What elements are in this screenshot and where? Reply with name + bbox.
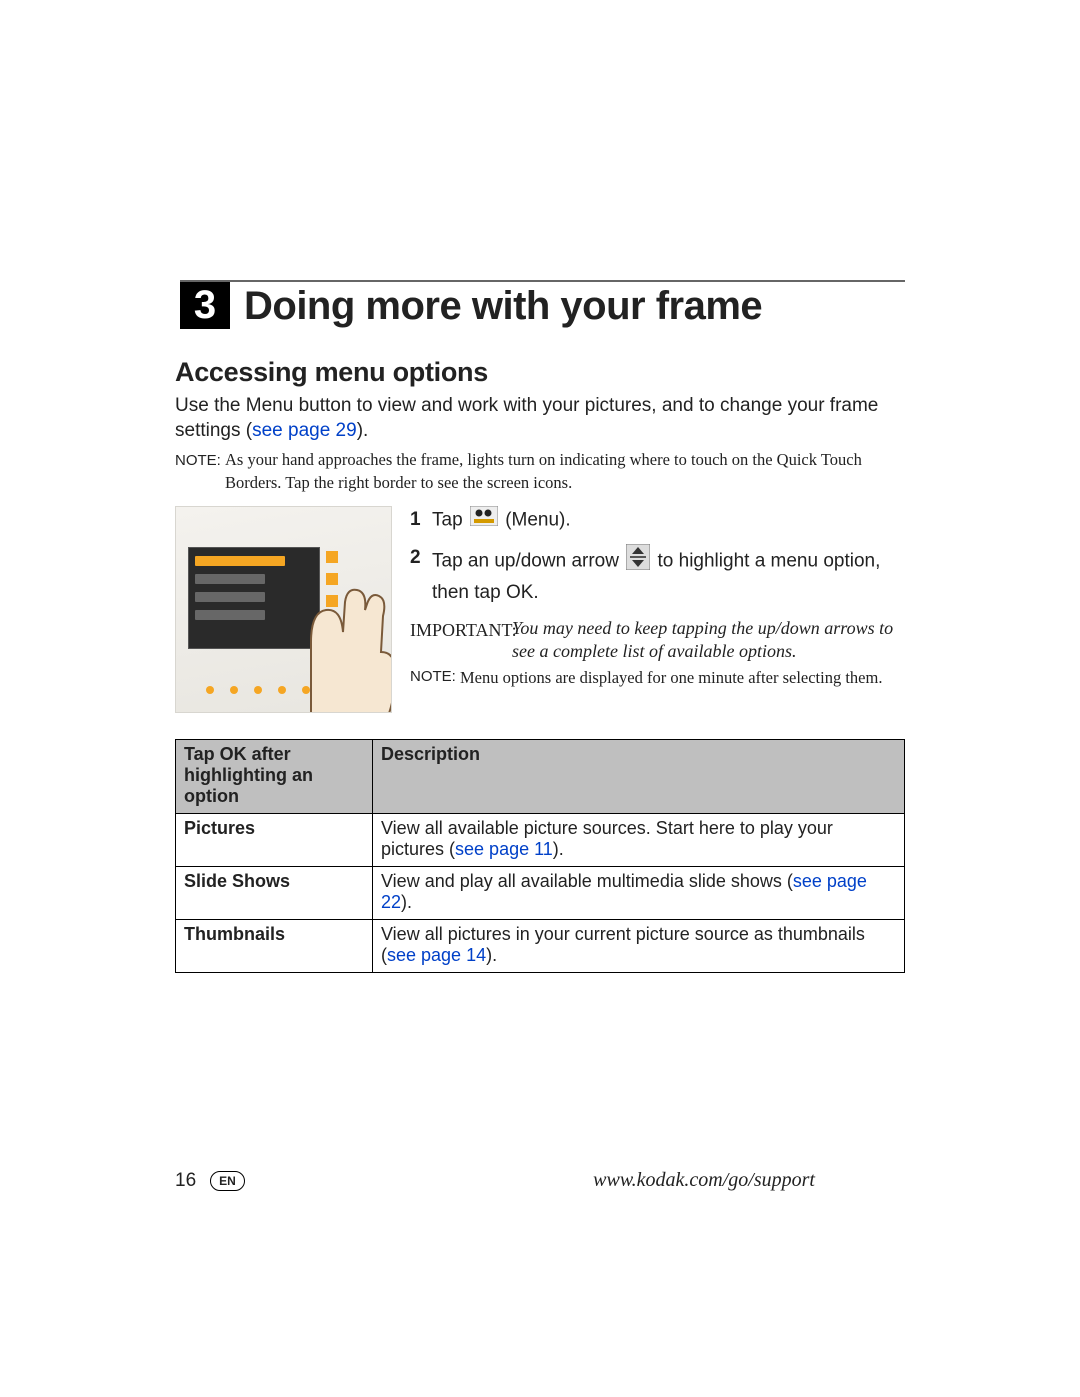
cell-option-desc: View and play all available multimedia s…	[373, 866, 905, 919]
table-header-row: Tap OK after highlighting an option Desc…	[176, 739, 905, 813]
desc-text: View and play all available multimedia s…	[381, 871, 793, 891]
step-2-text-a: Tap an up/down arrow	[432, 551, 624, 572]
desc-text-b: ).	[486, 945, 497, 965]
note-menu-timeout: NOTE: Menu options are displayed for one…	[410, 667, 905, 689]
cell-option-name: Pictures	[176, 813, 373, 866]
desc-text-b: ).	[553, 839, 564, 859]
steps-list: 1 Tap (Menu). 2 Tap an up	[410, 506, 905, 713]
intro-paragraph: Use the Menu button to view and work wit…	[175, 394, 905, 443]
important-label: IMPORTANT:	[410, 617, 512, 664]
chapter-title: Doing more with your frame	[230, 280, 905, 329]
cell-option-desc: View all available picture sources. Star…	[373, 813, 905, 866]
step-1-text-a: Tap	[432, 509, 468, 530]
important-text: You may need to keep tapping the up/down…	[512, 617, 905, 664]
support-url[interactable]: www.kodak.com/go/support	[593, 1169, 815, 1192]
menu-icon	[470, 506, 498, 535]
note2-label: NOTE:	[410, 667, 460, 689]
hand-icon	[271, 582, 392, 713]
manual-page: 3 Doing more with your frame Accessing m…	[0, 0, 1080, 1397]
page-number: 16	[175, 1170, 196, 1192]
step-1-number: 1	[410, 506, 432, 535]
frame-illustration	[175, 506, 392, 713]
chapter-number: 3	[180, 280, 230, 329]
updown-arrow-icon	[626, 544, 650, 579]
intro-text-b: ).	[357, 420, 369, 441]
step-2: 2 Tap an up/down arrow to highlight a me…	[410, 544, 905, 606]
step-2-number: 2	[410, 544, 432, 606]
page-footer: 16 EN www.kodak.com/go/support	[175, 1169, 905, 1192]
th-description: Description	[373, 739, 905, 813]
table-row: Pictures View all available picture sour…	[176, 813, 905, 866]
cell-option-name: Slide Shows	[176, 866, 373, 919]
important-note: IMPORTANT: You may need to keep tapping …	[410, 617, 905, 664]
options-table: Tap OK after highlighting an option Desc…	[175, 739, 905, 973]
note-text: As your hand approaches the frame, light…	[225, 449, 905, 494]
section-heading: Accessing menu options	[175, 357, 905, 388]
link-page-29[interactable]: see page 29	[252, 420, 357, 441]
step-1-text-b: (Menu).	[505, 509, 570, 530]
chapter-header: 3 Doing more with your frame	[175, 280, 905, 329]
desc-text: View all available picture sources. Star…	[381, 818, 833, 859]
table-row: Thumbnails View all pictures in your cur…	[176, 919, 905, 972]
cell-option-desc: View all pictures in your current pictur…	[373, 919, 905, 972]
step-1: 1 Tap (Menu).	[410, 506, 905, 535]
language-badge: EN	[210, 1171, 245, 1191]
note-label: NOTE:	[175, 452, 221, 469]
link-page-14[interactable]: see page 14	[387, 945, 486, 965]
note2-text: Menu options are displayed for one minut…	[460, 667, 882, 689]
desc-text-b: ).	[401, 892, 412, 912]
link-page-11[interactable]: see page 11	[455, 839, 553, 859]
cell-option-name: Thumbnails	[176, 919, 373, 972]
th-option: Tap OK after highlighting an option	[176, 739, 373, 813]
note-quick-touch: NOTE: As your hand approaches the frame,…	[175, 449, 905, 494]
table-row: Slide Shows View and play all available …	[176, 866, 905, 919]
